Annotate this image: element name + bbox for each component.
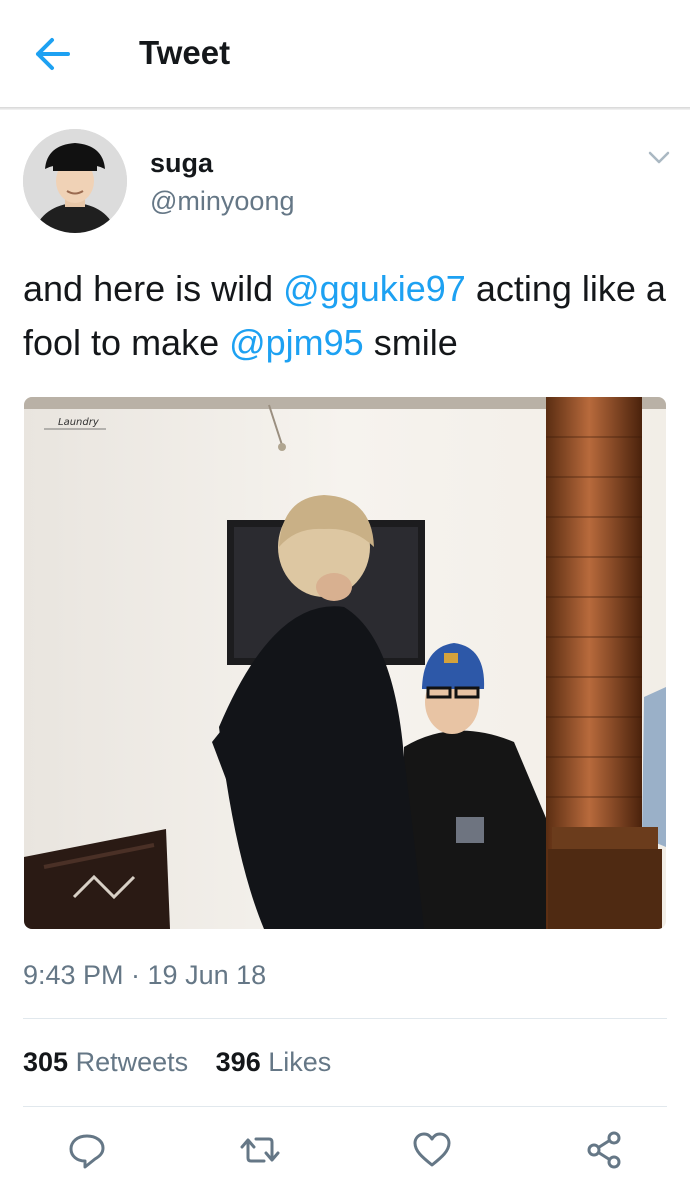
likes-count: 396 bbox=[215, 1047, 261, 1077]
tweet-text: and here is wild @ggukie97 acting like a… bbox=[23, 262, 673, 370]
retweets-stat[interactable]: 305 Retweets bbox=[23, 1047, 188, 1078]
photo-watermark: Laundry bbox=[58, 417, 100, 428]
back-button[interactable] bbox=[30, 34, 74, 74]
author-name[interactable]: suga bbox=[150, 148, 213, 179]
more-options-button[interactable] bbox=[646, 146, 672, 168]
likes-stat[interactable]: 396 Likes bbox=[216, 1047, 332, 1078]
mention-link[interactable]: @ggukie97 bbox=[283, 268, 466, 309]
retweet-icon[interactable] bbox=[238, 1128, 282, 1172]
page-title: Tweet bbox=[139, 34, 231, 71]
likes-label: Likes bbox=[268, 1047, 332, 1077]
retweet-button[interactable] bbox=[238, 1128, 282, 1172]
chevron-down-icon[interactable] bbox=[646, 146, 672, 168]
reply-button[interactable] bbox=[65, 1128, 109, 1172]
tweet-photo[interactable]: Laundry bbox=[24, 397, 666, 929]
mention-link[interactable]: @pjm95 bbox=[229, 322, 364, 363]
tweet-timestamp: 9:43 PM · 19 Jun 18 bbox=[23, 960, 267, 990]
retweets-label: Retweets bbox=[75, 1047, 189, 1077]
divider bbox=[23, 1106, 667, 1107]
divider bbox=[23, 1018, 667, 1019]
tweet-text-part: and here is wild bbox=[23, 268, 284, 309]
share-icon[interactable] bbox=[582, 1128, 626, 1172]
top-bar: Tweet bbox=[0, 0, 690, 107]
author-handle[interactable]: @minyoong bbox=[150, 186, 294, 217]
tweet-stats: 305 Retweets 396 Likes bbox=[23, 1047, 351, 1078]
like-icon[interactable] bbox=[410, 1128, 454, 1172]
tweet-text-part: smile bbox=[363, 322, 458, 363]
back-arrow-icon[interactable] bbox=[30, 34, 74, 74]
like-button[interactable] bbox=[410, 1128, 454, 1172]
header-divider bbox=[0, 107, 690, 110]
reply-icon[interactable] bbox=[65, 1128, 109, 1172]
retweets-count: 305 bbox=[23, 1047, 69, 1077]
avatar[interactable] bbox=[23, 129, 127, 233]
share-button[interactable] bbox=[582, 1128, 626, 1172]
